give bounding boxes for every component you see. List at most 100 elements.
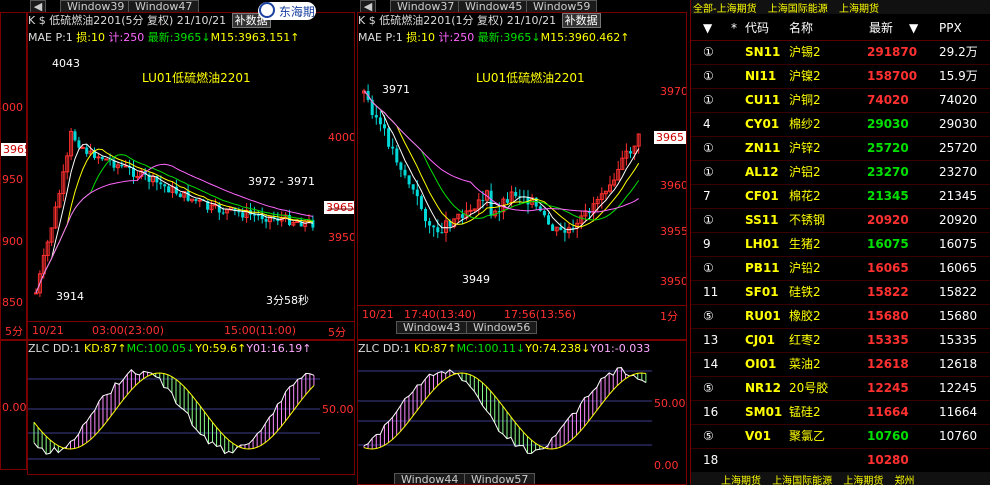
quote-tab-0[interactable]: 全部-上海期货 [693, 4, 757, 14]
quote-index: 7 [703, 189, 711, 203]
quote-latest: 12618 [867, 357, 909, 371]
candle-body [559, 227, 563, 231]
left-partial-chart[interactable]: 4000 3965 3950 3900 3850 5分 [0, 12, 27, 340]
quote-row[interactable]: 4 CY01 棉纱2 29030 29030 [691, 112, 990, 137]
quote-row[interactable]: ⑤ V01 聚氯乙 10760 10760 [691, 424, 990, 449]
quote-code: SN11 [745, 45, 781, 59]
quote-row[interactable]: ⑤ RU01 橡胶2 15680 15680 [691, 304, 990, 329]
quote-code: SS11 [745, 213, 779, 227]
quote-row[interactable]: ① SN11 沪锡2 291870 29.2万 [691, 40, 990, 65]
candle-body [551, 224, 555, 231]
quote-row[interactable]: 16 SM01 锰硅2 11664 11664 [691, 400, 990, 425]
quote-row[interactable]: ① PB11 沪铅2 16065 16065 [691, 256, 990, 281]
quote-latest: 158700 [867, 69, 918, 83]
quote-row[interactable]: ① NI11 沪镍2 158700 15.9万 [691, 64, 990, 89]
chart2-period: 1分 [660, 310, 678, 323]
header-code[interactable]: 代码 [745, 16, 769, 40]
header-sort-icon[interactable]: ▼ [909, 16, 918, 40]
quote-row[interactable]: 11 SF01 硅铁2 15822 15822 [691, 280, 990, 305]
quote-name: 聚氯乙 [789, 429, 826, 443]
quote-latest: 74020 [867, 93, 909, 107]
quote-index: 11 [703, 285, 719, 299]
quote-bottom-tab-2[interactable]: 上海期货 [843, 476, 883, 485]
quote-row[interactable]: ① SS11 不锈钢 20920 20920 [691, 208, 990, 233]
quote-index: 4 [703, 117, 711, 131]
quote-latest: 20920 [867, 213, 909, 227]
candle-body [34, 292, 38, 295]
quote-ppx: 29.2万 [939, 45, 978, 59]
quote-row[interactable]: 18 10280 [691, 448, 990, 473]
quote-ppx: 15680 [939, 309, 978, 323]
sort-arrow-icon[interactable]: ▼ [703, 16, 712, 40]
left-period: 5分 [5, 325, 23, 338]
candle-body [73, 131, 77, 141]
quote-latest: 15680 [867, 309, 909, 323]
tab-window57[interactable]: Window57 [464, 473, 536, 484]
quote-index: 13 [703, 333, 719, 347]
indicator2-panel[interactable]: ZLC DD:1 KD:87↑MC:100.11↓Y0:74.238↓Y01:-… [357, 340, 687, 485]
header-name[interactable]: 名称 [789, 16, 813, 40]
quote-latest: 291870 [867, 45, 918, 59]
quote-table[interactable]: 全部-上海期货 上海国际能源 上海期货 ▼ * 代码 名称 最新 ▼ PPX ①… [690, 0, 990, 485]
candle-body [77, 140, 81, 148]
quote-name: 菜油2 [789, 357, 821, 371]
candle-body [374, 115, 378, 118]
chart2-xtick-0: 10/21 [362, 308, 394, 321]
quote-name: 生猪2 [789, 237, 821, 251]
quote-bottom-tab-1[interactable]: 上海国际能源 [772, 476, 832, 485]
quote-index: 14 [703, 357, 719, 371]
quote-tab-1[interactable]: 上海国际能源 [768, 4, 828, 14]
candle-body [241, 212, 245, 218]
chart1-panel[interactable]: K $ 低硫燃油2201(5分 复权) 21/10/21 补数据 MAE P:1… [27, 12, 355, 340]
quote-index: ⑤ [703, 429, 714, 443]
quote-index: ① [703, 261, 714, 275]
quote-code: CY01 [745, 117, 780, 131]
candle-body [395, 148, 399, 163]
quote-row[interactable]: ① AL12 沪铝2 23270 23270 [691, 160, 990, 185]
quote-tab-2[interactable]: 上海期货 [839, 4, 879, 14]
header-latest[interactable]: 最新 [869, 16, 893, 40]
quote-row[interactable]: ① ZN11 沪锌2 25720 25720 [691, 136, 990, 161]
quote-index: ① [703, 93, 714, 107]
tab-window56[interactable]: Window56 [466, 321, 538, 334]
quote-bottom-tab-0[interactable]: 上海期货 [721, 476, 761, 485]
quote-ppx: 15.9万 [939, 69, 978, 83]
quote-name: 橡胶2 [789, 309, 821, 323]
candle-body [167, 186, 171, 193]
candle-body [468, 209, 473, 212]
quote-row[interactable]: ① CU11 沪铜2 74020 74020 [691, 88, 990, 113]
candle-body [424, 208, 427, 222]
quote-latest: 21345 [867, 189, 909, 203]
ma-white [363, 90, 640, 231]
quote-ppx: 74020 [939, 93, 978, 107]
quote-index: ① [703, 69, 714, 83]
quote-row[interactable]: 13 CJ01 红枣2 15335 15335 [691, 328, 990, 353]
candle-body [460, 214, 464, 218]
quote-name: 红枣2 [789, 333, 821, 347]
quote-row[interactable]: ⑤ NR12 20号胶 12245 12245 [691, 376, 990, 401]
ma-green [35, 154, 314, 294]
candle-body [411, 184, 415, 190]
user-icon [259, 2, 276, 18]
candle-body [120, 164, 124, 167]
chart2-panel[interactable]: K $ 低硫燃油2201(1分 复权) 21/10/21 补数据 MAE P:1… [357, 12, 687, 340]
quote-row[interactable]: 14 OI01 菜油2 12618 12618 [691, 352, 990, 377]
left-partial-indicator[interactable]: 50.00 [0, 340, 27, 470]
quote-name: 沪锡2 [789, 45, 821, 59]
tab-window43[interactable]: Window43 [396, 321, 468, 334]
indicator1-panel[interactable]: ZLC DD:1 KD:87↑MC:100.05↓Y0:59.6↑Y01:16.… [27, 340, 355, 475]
candle-body [123, 165, 128, 168]
tab-window44[interactable]: Window44 [394, 473, 466, 484]
quote-code: CU11 [745, 93, 781, 107]
quote-row[interactable]: 9 LH01 生猪2 16075 16075 [691, 232, 990, 257]
broker-badge[interactable]: 东海期 [258, 2, 316, 20]
candle-body [295, 220, 300, 223]
candle-body [197, 199, 202, 202]
header-ppx[interactable]: PPX [939, 16, 962, 40]
quote-row[interactable]: 7 CF01 棉花2 21345 21345 [691, 184, 990, 209]
left-tick-3850: 3850 [1, 296, 23, 309]
candle-body [436, 227, 440, 233]
quote-ppx: 12245 [939, 381, 978, 395]
quote-latest: 10760 [867, 429, 909, 443]
quote-bottom-tab-3[interactable]: 郑州 [895, 476, 915, 485]
